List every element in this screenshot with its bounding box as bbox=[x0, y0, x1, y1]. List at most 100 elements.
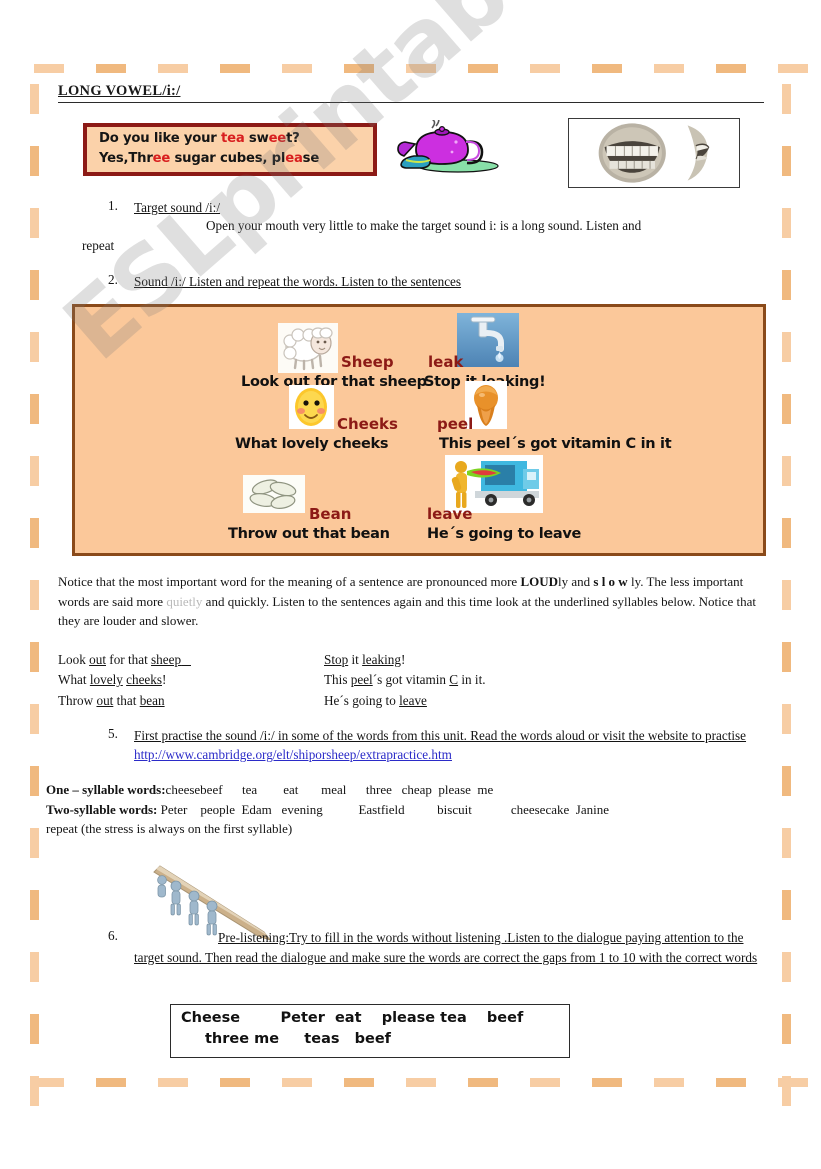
border-dash bbox=[30, 394, 39, 424]
s-stress-1: Stop bbox=[324, 652, 349, 667]
border-dash bbox=[778, 1078, 808, 1087]
dialogue-1-c: t? bbox=[286, 131, 300, 146]
word-sentence-leave: He´s going to leave bbox=[427, 526, 582, 542]
item-1-body-cont: repeat bbox=[82, 238, 115, 253]
border-dash bbox=[782, 704, 791, 734]
dialogue-2-ea: ea bbox=[285, 151, 303, 166]
syllable-note: repeat (the stress is always on the firs… bbox=[46, 821, 293, 836]
border-dash bbox=[782, 766, 791, 796]
item-1-heading: Target sound /i:/ bbox=[134, 200, 221, 215]
border-dash bbox=[782, 1014, 791, 1044]
border-dash bbox=[30, 642, 39, 672]
notice-part-1: Notice that the most important word for … bbox=[58, 574, 521, 589]
s-post: ! bbox=[400, 652, 406, 667]
dialogue-2-c: se bbox=[302, 151, 320, 166]
border-dash bbox=[782, 518, 791, 548]
dialogue-line-1: Do you like your tea sweet? bbox=[99, 131, 300, 146]
border-dash bbox=[30, 766, 39, 796]
page-title-row: LONG VOWEL/i:/ bbox=[58, 82, 764, 100]
word-label-leak: leak bbox=[428, 353, 464, 371]
border-dash bbox=[30, 704, 39, 734]
border-dash bbox=[30, 890, 39, 920]
s-pre: Throw bbox=[58, 692, 97, 708]
border-dash bbox=[782, 580, 791, 610]
border-dash bbox=[782, 642, 791, 672]
s-mid: that bbox=[113, 692, 140, 708]
s-post: ! bbox=[162, 672, 167, 688]
worksheet-sheet: LONG VOWEL/i:/ Do you like your tea swee… bbox=[46, 72, 776, 1084]
notice-paragraph: Notice that the most important word for … bbox=[58, 572, 770, 631]
title-divider bbox=[58, 102, 764, 103]
tap-image bbox=[457, 313, 519, 367]
border-dash bbox=[782, 270, 791, 300]
s-mid: it bbox=[348, 652, 363, 667]
s-pre: Look bbox=[58, 652, 90, 667]
item-6-number: 6. bbox=[108, 928, 118, 943]
item-6-text: Pre-listening:Try to fill in the words w… bbox=[134, 930, 758, 965]
item-1-number: 1. bbox=[108, 198, 118, 213]
border-dash bbox=[782, 890, 791, 920]
item-5-text: First practise the sound /i:/ in some of… bbox=[134, 726, 770, 764]
dialogue-1-a: Do you like your bbox=[99, 131, 221, 146]
stress-row: What lovely cheeks! bbox=[58, 670, 191, 690]
s-stress-1: out bbox=[96, 692, 114, 708]
border-dash bbox=[782, 208, 791, 238]
item-2-heading: Sound /i:/ Listen and repeat the words. … bbox=[134, 274, 462, 289]
dialogue-line-2: Yes,Three sugar cubes, please bbox=[99, 151, 319, 166]
border-dash bbox=[30, 952, 39, 982]
border-dash bbox=[30, 518, 39, 548]
stress-row: This peel´s got vitamin C in it. bbox=[324, 670, 486, 690]
border-dash bbox=[782, 84, 791, 114]
word-bank-line-2: three me teas beef bbox=[205, 1031, 391, 1047]
mouth-teeth-icon bbox=[569, 119, 739, 187]
word-sentence-peel: This peel´s got vitamin C in it bbox=[439, 436, 672, 452]
s-stress-1: leave bbox=[399, 692, 427, 708]
border-dash bbox=[30, 208, 39, 238]
word-bank-box: Cheese Peter eat please tea beef three m… bbox=[170, 1004, 570, 1058]
dialogue-1-tea: tea bbox=[220, 131, 245, 146]
item-2-number: 2. bbox=[108, 272, 118, 287]
notice-loud: LOUD bbox=[520, 574, 558, 589]
stress-sentences-left: Look out for that sheep What lovely chee… bbox=[58, 650, 191, 711]
cambridge-practice-link[interactable]: http://www.cambridge.org/elt/shiporsheep… bbox=[134, 747, 452, 762]
stress-row: Throw out that bean bbox=[58, 691, 191, 711]
dialogue-2-b: sugar cubes, pl bbox=[170, 151, 286, 166]
word-sentence-cheeks: What lovely cheeks bbox=[235, 436, 389, 452]
sheep-image bbox=[278, 323, 338, 373]
syllable-word-lists: One – syllable words:cheesebeef tea eat … bbox=[46, 780, 776, 839]
border-dash bbox=[30, 1076, 39, 1106]
vocabulary-panel: Sheep Look out for that sheep leak Stop … bbox=[72, 304, 766, 556]
s-stress-1: out bbox=[89, 652, 106, 667]
page-title: LONG VOWEL/i:/ bbox=[58, 83, 181, 99]
item-5-number: 5. bbox=[108, 726, 118, 741]
border-dash bbox=[30, 270, 39, 300]
s-mid: ´s got vitamin bbox=[372, 672, 450, 688]
word-label-cheeks: Cheeks bbox=[337, 415, 398, 433]
border-dash bbox=[782, 394, 791, 424]
s-stress-2: C bbox=[449, 672, 459, 688]
two-syllable-words: Peter people Edam evening Eastfield bisc… bbox=[157, 801, 609, 817]
dialogue-2-a: Yes,Thr bbox=[99, 151, 153, 166]
word-sentence-bean: Throw out that bean bbox=[228, 526, 390, 542]
s-post: in it. bbox=[458, 672, 486, 688]
border-dash bbox=[30, 84, 39, 114]
border-dash bbox=[30, 146, 39, 176]
border-dash bbox=[30, 828, 39, 858]
two-syllable-label: Two-syllable words: bbox=[46, 801, 158, 817]
one-syllable-label: One – syllable words: bbox=[46, 782, 166, 797]
word-label-leave: leave bbox=[427, 505, 473, 523]
border-dash bbox=[30, 580, 39, 610]
border-dash bbox=[782, 1076, 791, 1106]
s-pre: What bbox=[58, 672, 90, 688]
s-stress-1: lovely bbox=[89, 672, 123, 688]
dialogue-2-ee: ee bbox=[152, 151, 171, 166]
border-dash bbox=[782, 146, 791, 176]
item-5-instruction: First practise the sound /i:/ in some of… bbox=[134, 728, 747, 743]
s-pre: This bbox=[324, 672, 351, 688]
cheeks-image bbox=[289, 385, 334, 429]
s-stress-1: peel bbox=[350, 672, 373, 688]
s-mid: for that bbox=[106, 652, 152, 667]
border-dash bbox=[778, 64, 808, 73]
notice-slow: s l o w bbox=[593, 574, 628, 589]
border-dash bbox=[782, 828, 791, 858]
